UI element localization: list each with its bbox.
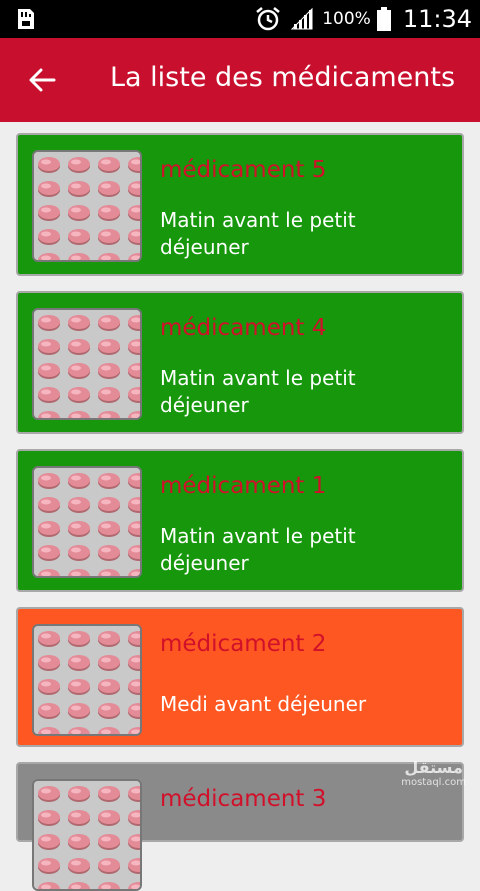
medication-schedule: Matin avant le petit déjeuner [160, 208, 356, 259]
medication-card[interactable]: médicament 4 Matin avant le petit déjeun… [16, 291, 464, 434]
medication-schedule: Medi avant déjeuner [160, 692, 367, 716]
status-bar: 100% 11:34 [0, 0, 480, 38]
medication-thumbnail [32, 308, 142, 420]
medication-list: médicament 5 Matin avant le petit déjeun… [16, 133, 464, 891]
medication-thumbnail [32, 779, 142, 891]
watermark-logo: مستقل [404, 758, 463, 777]
medication-name: médicament 4 [160, 315, 327, 341]
back-button[interactable] [22, 60, 62, 100]
medication-name: médicament 2 [160, 631, 327, 657]
medication-card[interactable]: médicament 3 [16, 762, 464, 891]
medication-schedule: Matin avant le petit déjeuner [160, 366, 356, 417]
medication-thumbnail [32, 466, 142, 578]
medication-thumbnail [32, 624, 142, 736]
watermark-domain: mostaql.com [401, 777, 466, 788]
app-bar: La liste des médicaments [0, 38, 480, 122]
medication-name: médicament 1 [160, 473, 327, 499]
clock: 11:34 [402, 5, 472, 33]
medication-card[interactable]: médicament 5 Matin avant le petit déjeun… [16, 133, 464, 276]
medication-schedule: Matin avant le petit déjeuner [160, 524, 356, 575]
watermark: مستقل mostaql.com [401, 758, 466, 788]
medication-thumbnail [32, 150, 142, 262]
arrow-back-icon [29, 68, 56, 92]
alarm-clock-icon [256, 7, 280, 31]
battery-icon [376, 7, 391, 31]
sim-card-icon [18, 9, 34, 29]
medication-card[interactable]: médicament 1 Matin avant le petit déjeun… [16, 449, 464, 592]
medication-card[interactable]: médicament 2 Medi avant déjeuner [16, 607, 464, 747]
medication-name: médicament 5 [160, 157, 327, 183]
page-title: La liste des médicaments [110, 62, 456, 93]
medication-name: médicament 3 [160, 786, 327, 812]
signal-icon [291, 7, 313, 30]
battery-percent: 100% [322, 9, 371, 29]
